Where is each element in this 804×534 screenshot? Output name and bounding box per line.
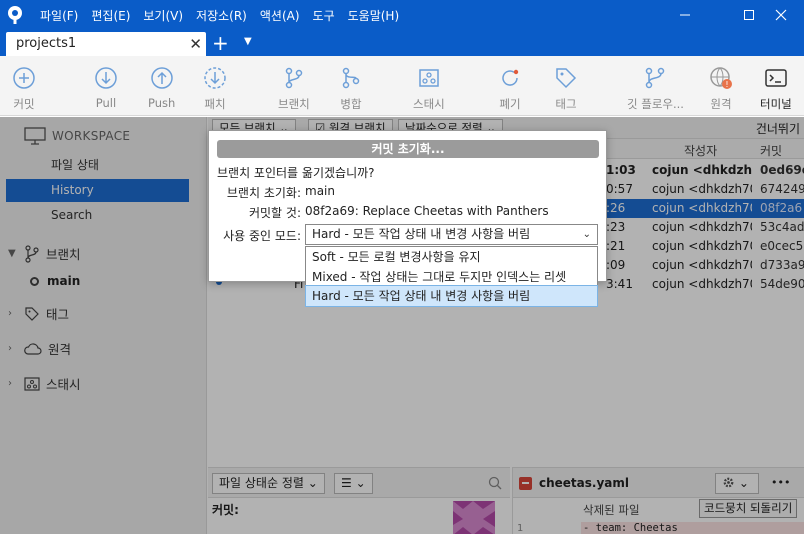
pull-arrow-down-icon — [95, 67, 117, 89]
menu-help[interactable]: 도움말(H) — [348, 7, 400, 24]
fetch-label: 패치 — [204, 97, 226, 111]
stash-icon — [419, 69, 439, 87]
minimize-button[interactable] — [662, 0, 708, 30]
merge-icon — [342, 67, 360, 89]
branch-label: 브랜치 — [278, 97, 310, 111]
pull-button[interactable]: Pull — [94, 66, 118, 110]
terminal-button[interactable]: 터미널 — [760, 66, 792, 112]
tab-label: projects1 — [16, 36, 77, 51]
fetch-button[interactable]: 패치 — [203, 66, 227, 112]
branch-icon — [285, 67, 303, 89]
reset-mode-selected-value: Hard - 모든 작업 상태 내 변경 사항을 버림 — [312, 227, 531, 241]
reset-mode-option-mixed[interactable]: Mixed - 작업 상태는 그대로 두지만 인덱스는 리셋 — [306, 267, 597, 287]
discard-button[interactable]: 폐기 — [498, 66, 522, 112]
menu-actions[interactable]: 액션(A) — [260, 7, 300, 24]
terminal-icon — [765, 69, 787, 87]
gitflow-icon — [646, 67, 665, 89]
stash-button[interactable]: 스태시 — [413, 66, 445, 112]
mode-label: 사용 중인 모드: — [223, 229, 301, 243]
menu-tools[interactable]: 도구 — [313, 7, 335, 24]
chevron-down-icon: ⌄ — [582, 229, 591, 240]
reset-mode-options: Soft - 모든 로컬 변경사항을 유지 Mixed - 작업 상태는 그대로… — [305, 246, 598, 307]
tab-menu-chevron-down-icon[interactable]: ▼ — [244, 36, 252, 47]
title-bar: 파일(F) 편집(E) 보기(V) 저장소(R) 액션(A) 도구 도움말(H) — [0, 0, 804, 30]
commit-plus-icon — [13, 67, 35, 89]
merge-button[interactable]: 병합 — [339, 66, 363, 112]
toolbar: 커밋 Pull Push 패치 브랜치 병합 스태시 폐기 태그 깃 플로우..… — [0, 56, 804, 116]
branch-reset-label: 브랜치 초기화: — [226, 186, 301, 200]
pull-label: Pull — [95, 96, 117, 110]
menu-file[interactable]: 파일(F) — [40, 7, 78, 24]
menu-edit[interactable]: 편집(E) — [91, 7, 130, 24]
terminal-label: 터미널 — [760, 97, 792, 111]
reset-commit-dialog: 커밋 초기화... 브랜치 포인터를 옮기겠습니까? 브랜치 초기화: main… — [208, 130, 607, 307]
commit-to-label: 커밋할 것: — [248, 206, 301, 220]
reset-mode-select[interactable]: Hard - 모든 작업 상태 내 변경 사항을 버림 ⌄ — [305, 224, 598, 245]
gitflow-button[interactable]: 깃 플로우... — [627, 66, 684, 112]
commit-button[interactable]: 커밋 — [12, 66, 36, 112]
dialog-title: 커밋 초기화... — [217, 140, 599, 158]
discard-label: 폐기 — [499, 97, 521, 111]
svg-text:!: ! — [725, 80, 728, 89]
tag-label: 태그 — [555, 97, 577, 111]
push-arrow-up-icon — [150, 67, 173, 89]
menu-bar: 파일(F) 편집(E) 보기(V) 저장소(R) 액션(A) 도구 도움말(H) — [40, 0, 412, 30]
commit-to-value: 08f2a69: Replace Cheetas with Panthers — [305, 204, 549, 218]
reset-mode-option-hard[interactable]: Hard - 모든 작업 상태 내 변경 사항을 버림 — [305, 285, 598, 307]
stash-label: 스태시 — [413, 97, 445, 111]
close-window-button[interactable] — [758, 0, 804, 30]
tab-close-icon[interactable]: ✕ — [189, 35, 202, 53]
tag-icon — [556, 68, 577, 89]
commit-label: 커밋 — [13, 97, 35, 111]
merge-label: 병합 — [340, 97, 362, 111]
tab-projects1[interactable]: projects1 ✕ — [6, 32, 206, 56]
branch-reset-value: main — [305, 184, 335, 198]
push-label: Push — [148, 96, 176, 110]
gitflow-label: 깃 플로우... — [627, 97, 684, 111]
branch-reset-row: 브랜치 초기화: — [209, 184, 301, 200]
globe-icon: ! — [710, 67, 732, 89]
new-tab-plus-icon[interactable]: + — [212, 31, 229, 55]
close-icon — [775, 9, 787, 21]
menu-view[interactable]: 보기(V) — [143, 7, 183, 24]
fetch-icon — [204, 67, 226, 89]
dialog-question: 브랜치 포인터를 옮기겠습니까? — [217, 166, 375, 180]
maximize-icon — [744, 10, 754, 20]
menu-repository[interactable]: 저장소(R) — [196, 7, 247, 24]
push-button[interactable]: Push — [148, 66, 175, 110]
tab-bar: projects1 ✕ + ▼ — [0, 30, 804, 56]
sourcetree-logo-icon — [8, 6, 22, 24]
remote-button[interactable]: ! 원격 — [709, 66, 733, 112]
discard-icon — [502, 69, 519, 86]
reset-mode-option-soft[interactable]: Soft - 모든 로컬 변경사항을 유지 — [306, 247, 597, 267]
minimize-icon — [680, 14, 690, 16]
mode-row: 사용 중인 모드: — [209, 227, 301, 243]
branch-button[interactable]: 브랜치 — [278, 66, 310, 112]
remote-label: 원격 — [710, 97, 732, 111]
tag-button[interactable]: 태그 — [554, 66, 578, 112]
commit-to-row: 커밋할 것: — [209, 204, 301, 220]
